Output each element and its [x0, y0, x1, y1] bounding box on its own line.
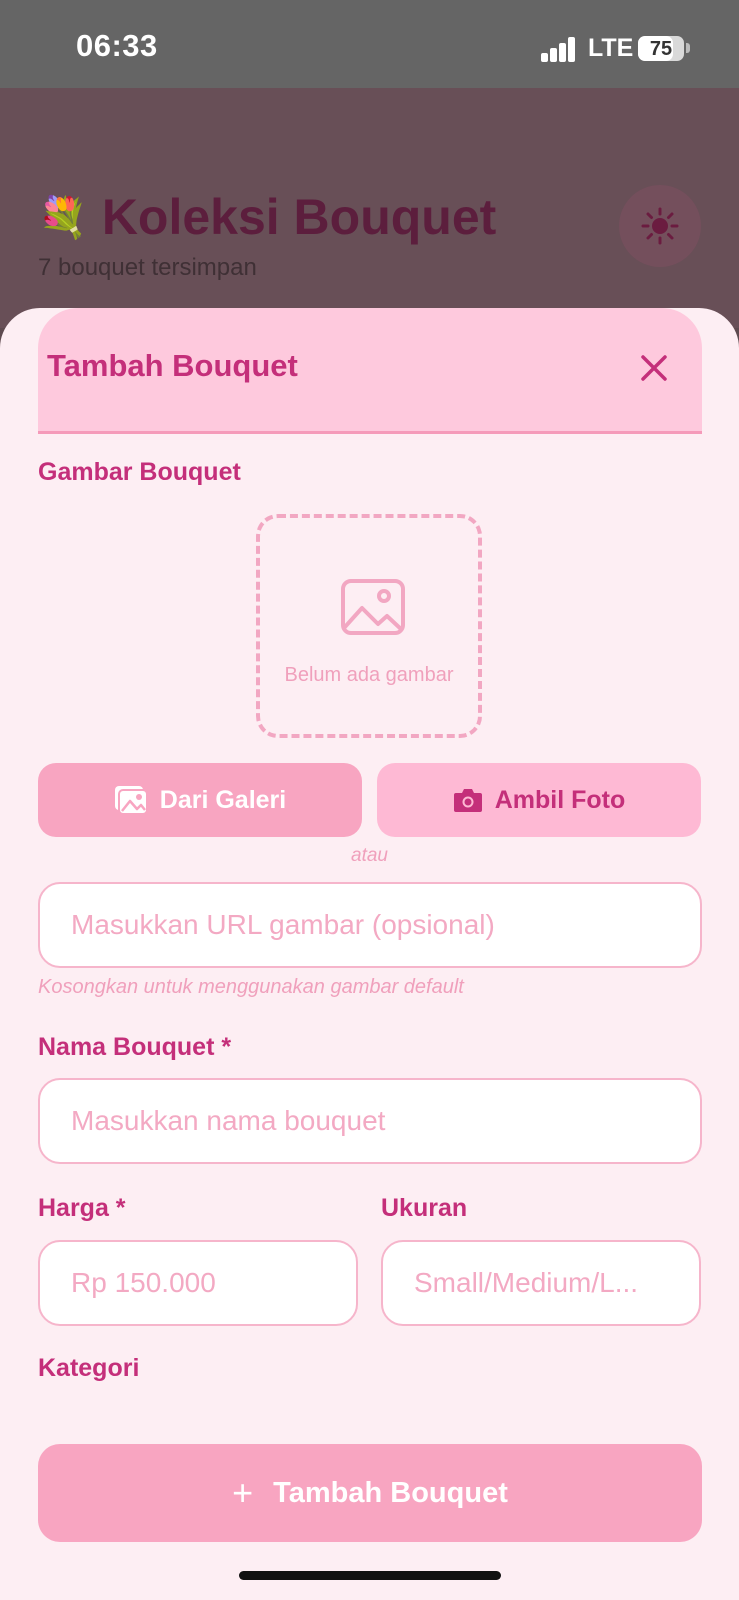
add-bouquet-button[interactable]: + Tambah Bouquet	[38, 1444, 702, 1542]
name-label: Nama Bouquet *	[38, 1033, 232, 1061]
theme-toggle-button[interactable]	[619, 185, 701, 267]
size-input[interactable]	[381, 1240, 701, 1326]
image-url-input[interactable]	[38, 882, 702, 968]
add-bouquet-button-label: Tambah Bouquet	[273, 1476, 508, 1509]
gallery-icon	[114, 786, 148, 815]
background-app-header: 💐 Koleksi Bouquet 7 bouquet tersimpan	[0, 88, 739, 328]
gallery-button[interactable]: Dari Galeri	[38, 763, 362, 837]
add-bouquet-sheet: Tambah Bouquet Gambar Bouquet Belum ada …	[0, 308, 739, 1600]
url-help-text: Kosongkan untuk menggunakan gambar defau…	[38, 976, 464, 998]
plus-icon: +	[232, 1472, 254, 1513]
bouquet-emoji-icon: 💐	[38, 195, 88, 240]
camera-button[interactable]: Ambil Foto	[377, 763, 701, 837]
close-button[interactable]	[638, 352, 670, 384]
sun-icon	[641, 207, 679, 245]
gallery-button-label: Dari Galeri	[159, 785, 287, 814]
image-section-label: Gambar Bouquet	[38, 458, 241, 486]
modal-title: Tambah Bouquet	[47, 348, 298, 383]
status-bar: 06:33 LTE 75	[0, 0, 739, 88]
camera-icon	[453, 789, 482, 812]
close-icon	[641, 355, 667, 381]
signal-icon	[541, 36, 577, 62]
status-time: 06:33	[76, 28, 158, 63]
camera-button-label: Ambil Foto	[494, 785, 626, 814]
battery-percentage: 75	[649, 38, 673, 60]
price-label: Harga *	[38, 1194, 126, 1222]
size-label: Ukuran	[381, 1194, 468, 1222]
or-divider-text: atau	[351, 845, 388, 866]
network-type: LTE	[588, 34, 634, 62]
price-input[interactable]	[38, 1240, 358, 1326]
battery-icon: 75	[638, 36, 684, 61]
image-empty-text: Belum ada gambar	[284, 664, 454, 686]
app-title: Koleksi Bouquet	[101, 189, 497, 245]
bouquet-name-input[interactable]	[38, 1078, 702, 1164]
home-indicator[interactable]	[239, 1571, 501, 1580]
image-placeholder-icon	[341, 579, 405, 635]
category-label: Kategori	[38, 1354, 140, 1382]
image-preview[interactable]: Belum ada gambar	[256, 514, 482, 738]
app-subtitle: 7 bouquet tersimpan	[38, 254, 257, 281]
modal-header: Tambah Bouquet	[38, 308, 702, 434]
